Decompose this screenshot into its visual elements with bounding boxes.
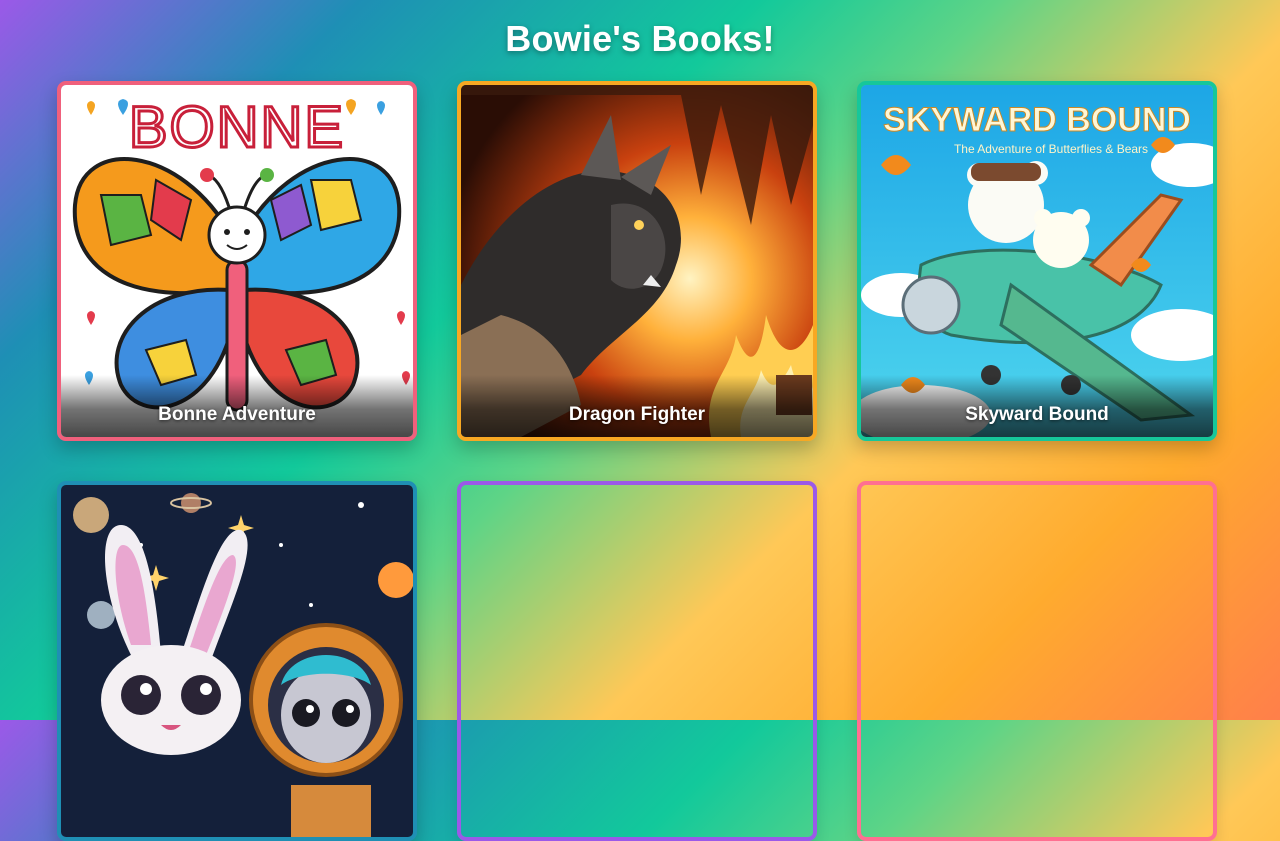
book-caption: Dragon Fighter (461, 375, 813, 437)
cover-title-text: BONNE (129, 95, 345, 160)
book-card-empty[interactable] (857, 481, 1217, 841)
cover-subtitle-text: The Adventure of Butterflies & Bears (954, 142, 1148, 156)
book-card-space-bunny[interactable] (57, 481, 417, 841)
book-card-dragon-fighter[interactable]: Dragon Fighter (457, 81, 817, 441)
book-title: Dragon Fighter (568, 404, 706, 425)
book-card-skyward-bound[interactable]: SKYWARD BOUND The Adventure of Butterfli… (857, 81, 1217, 441)
book-caption: Skyward Bound (861, 375, 1213, 437)
book-cover-image (61, 485, 413, 837)
book-grid: BONNE Bonne Adventure Dragon Fighter SKY… (0, 0, 1280, 841)
book-card-bonne-adventure[interactable]: BONNE Bonne Adventure (57, 81, 417, 441)
book-caption: Bonne Adventure (61, 375, 413, 437)
book-title: Bonne Adventure (158, 404, 316, 425)
cover-title-text: SKYWARD BOUND (883, 101, 1191, 139)
book-card-empty[interactable] (457, 481, 817, 841)
book-title: Skyward Bound (965, 404, 1109, 425)
